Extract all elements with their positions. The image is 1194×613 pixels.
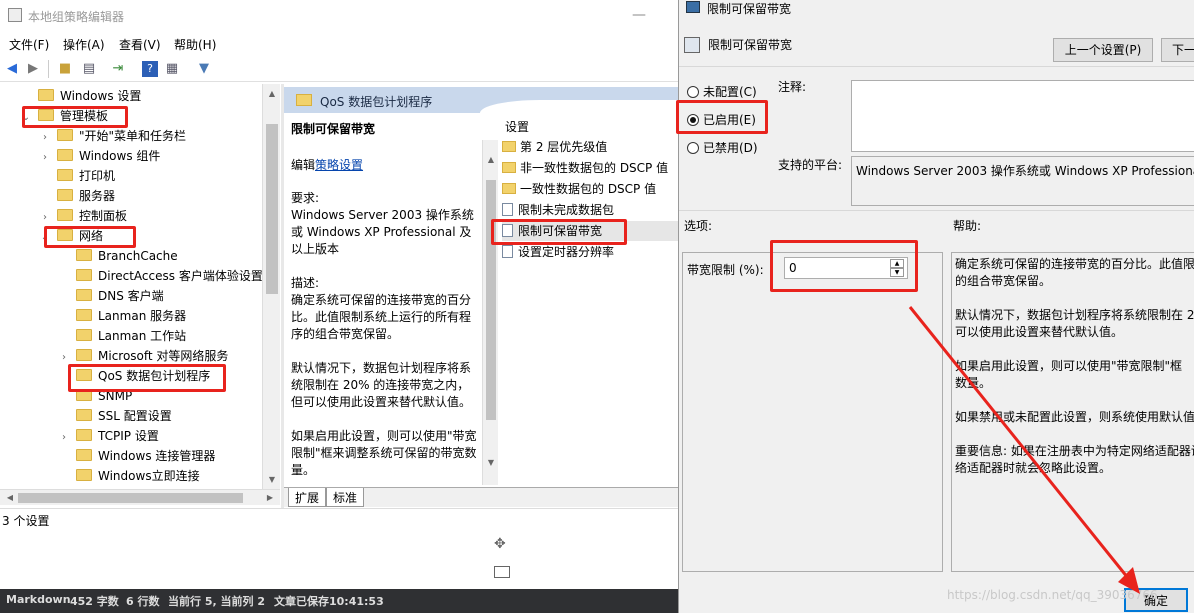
annotation-arrow-line [908, 306, 1134, 584]
annotation-arrow [908, 306, 1140, 594]
